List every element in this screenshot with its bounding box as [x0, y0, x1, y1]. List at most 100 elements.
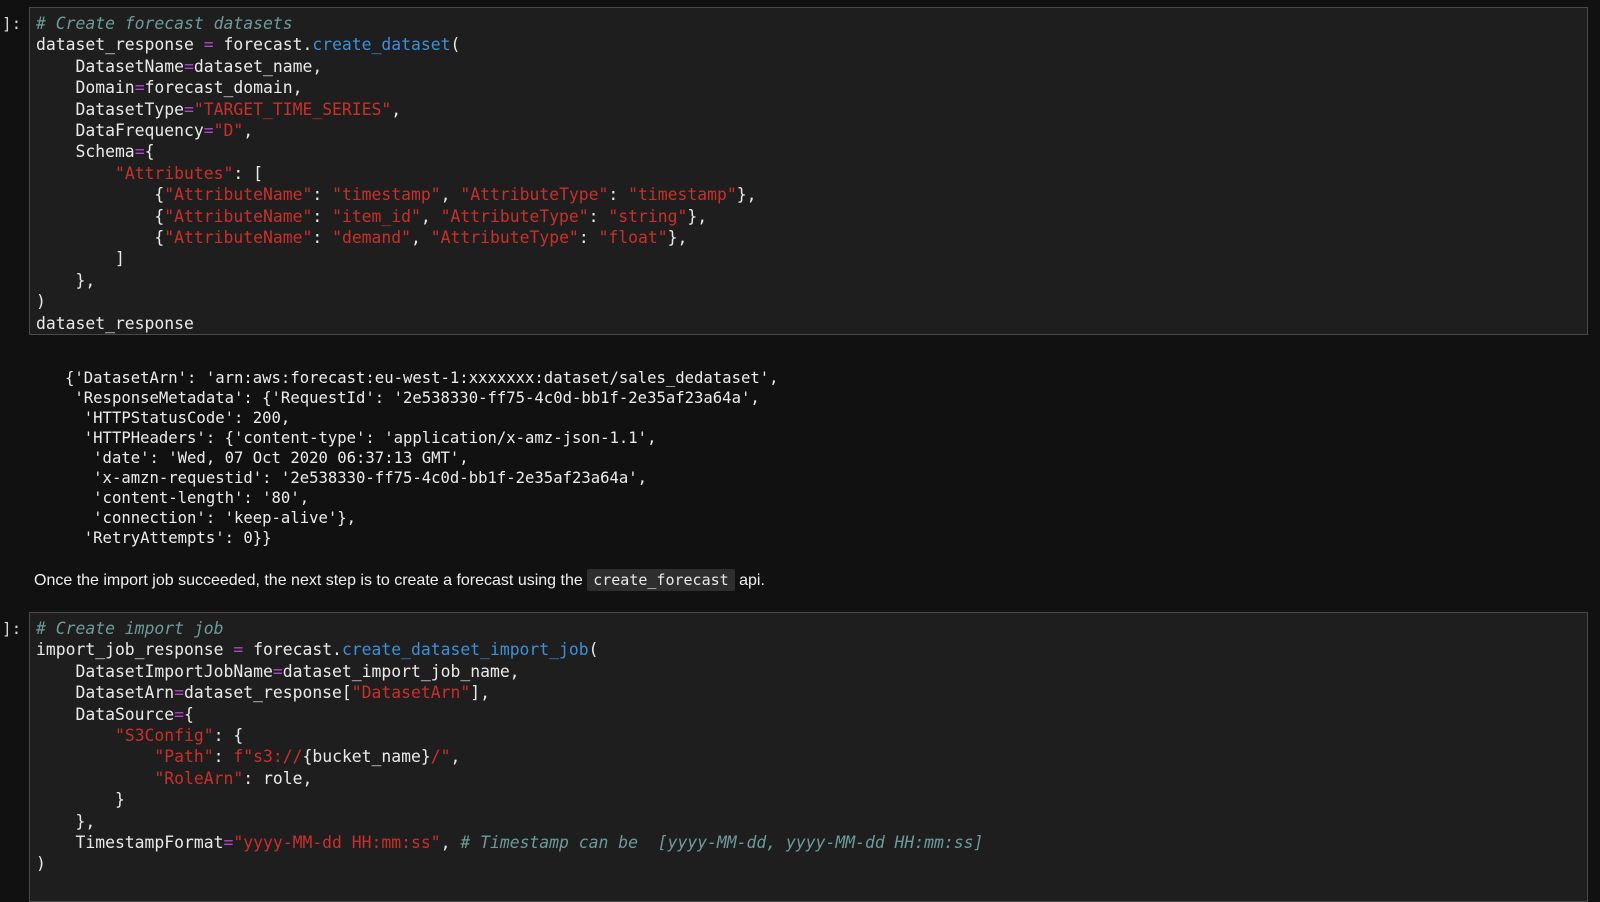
code-line: "Path": f"s3://{bucket_name}/",: [36, 747, 460, 766]
code-token: "S3Config": [114, 726, 214, 746]
code-token: },: [667, 228, 688, 248]
code-token: "AttributeType": [460, 185, 609, 205]
code-token: "Path": [154, 747, 214, 767]
code-token: "D": [213, 121, 244, 141]
output-line: 'date': 'Wed, 07 Oct 2020 06:37:13 GMT',: [65, 449, 469, 467]
code-token: /": [430, 747, 451, 767]
code-line: ]: [36, 249, 125, 268]
code-token: {: [36, 228, 165, 248]
code-token: ,: [450, 747, 461, 767]
code-token: "string": [608, 206, 688, 226]
code-token: create_dataset_import_job: [341, 640, 589, 660]
code-token: DataSource: [36, 704, 175, 724]
code-token: : [: [233, 163, 263, 183]
code-token: },: [687, 206, 708, 226]
code-token: dataset_response: [36, 313, 194, 333]
code-token: : {: [213, 726, 244, 746]
output-text: {'DatasetArn': 'arn:aws:forecast:eu-west…: [29, 368, 1588, 548]
code-token: "demand": [332, 228, 412, 248]
inline-code: create_forecast: [587, 569, 735, 591]
code-token: DatasetArn: [36, 683, 175, 703]
code-token: :: [213, 747, 234, 767]
code-token: {: [36, 185, 165, 205]
code-token: :: [312, 185, 333, 205]
code-line: Domain=forecast_domain,: [36, 78, 302, 97]
code-editor[interactable]: # Create import job import_job_response …: [30, 613, 1587, 875]
code-token: "TARGET_TIME_SERIES": [193, 99, 392, 119]
code-token: create_dataset: [312, 35, 451, 55]
code-token: # Create import job: [36, 619, 224, 638]
code-token: =: [184, 99, 194, 119]
code-line: "Attributes": [: [36, 164, 263, 183]
code-token: "timestamp": [628, 185, 737, 205]
code-token: DatasetImportJobName: [36, 661, 273, 681]
code-token: =: [174, 704, 185, 724]
code-token: :: [312, 206, 333, 226]
cell-1-prompt: ]:: [2, 14, 22, 33]
code-token: {: [144, 142, 155, 162]
code-token: {: [184, 704, 194, 724]
code-token: Domain: [36, 78, 135, 98]
code-line: dataset_response = forecast.create_datas…: [36, 35, 460, 54]
code-token: Schema: [36, 142, 135, 162]
output-line: 'connection': 'keep-alive'},: [65, 509, 357, 527]
code-token: ],: [470, 683, 490, 703]
code-line: DatasetImportJobName=dataset_import_job_…: [36, 661, 520, 681]
code-token: "timestamp": [332, 185, 441, 205]
code-token: "AttributeType": [430, 228, 579, 248]
code-token: dataset_name,: [193, 56, 323, 76]
code-token: "AttributeType": [440, 206, 589, 226]
code-token: {: [36, 206, 165, 226]
code-token: :: [312, 228, 333, 248]
code-token: ): [36, 854, 46, 874]
code-editor[interactable]: # Create forecast datasets dataset_respo…: [30, 8, 1587, 334]
code-token: ,: [420, 206, 441, 226]
code-line: ): [36, 854, 46, 873]
output-line: 'content-length': '80',: [65, 489, 310, 507]
code-token: ,: [243, 121, 254, 141]
code-token: DataFrequency: [36, 121, 204, 141]
cell-2-prompt: ]:: [2, 619, 22, 638]
output-line: 'ResponseMetadata': {'RequestId': '2e538…: [65, 389, 760, 407]
code-line: TimestampFormat="yyyy-MM-dd HH:mm:ss", #…: [36, 833, 983, 852]
code-token: },: [736, 185, 757, 205]
code-token: (: [588, 640, 599, 660]
code-line: },: [36, 812, 95, 831]
code-token: "AttributeName": [164, 185, 313, 205]
code-token: DatasetType: [36, 99, 185, 119]
code-token: # Timestamp can be [yyyy-MM-dd, yyyy-MM-…: [460, 833, 984, 853]
code-line: Schema={: [36, 142, 154, 161]
output-line: 'x-amzn-requestid': '2e538330-ff75-4c0d-…: [65, 469, 648, 487]
code-token: forecast.: [213, 35, 313, 55]
code-line: DataFrequency="D",: [36, 121, 253, 140]
code-token: =: [184, 56, 194, 76]
code-token: dataset_response: [36, 35, 204, 55]
cell-output: {'DatasetArn': 'arn:aws:forecast:eu-west…: [29, 368, 1588, 548]
code-token: dataset_response[: [184, 683, 352, 703]
code-line: # Create import job: [36, 619, 224, 638]
code-token: dataset_import_job_name,: [282, 661, 520, 681]
code-line: DatasetArn=dataset_response["DatasetArn"…: [36, 683, 490, 702]
code-token: ]: [36, 249, 125, 269]
code-token: : role,: [243, 768, 313, 788]
code-token: =: [203, 121, 214, 141]
code-token: =: [174, 683, 185, 703]
code-token: "DatasetArn": [351, 683, 471, 703]
code-cell-import-job[interactable]: # Create import job import_job_response …: [29, 612, 1588, 902]
markdown-text-after: api.: [734, 572, 765, 589]
code-token: "yyyy-MM-dd HH:mm:ss": [233, 833, 441, 853]
output-line: 'HTTPHeaders': {'content-type': 'applica…: [65, 429, 657, 447]
code-line: import_job_response = forecast.create_da…: [36, 640, 599, 659]
code-token: ,: [440, 833, 461, 853]
code-line: "S3Config": {: [36, 726, 243, 745]
code-token: ,: [391, 99, 402, 119]
code-token: "AttributeName": [164, 228, 313, 248]
code-token: forecast_domain,: [144, 78, 303, 98]
code-cell-create-dataset[interactable]: # Create forecast datasets dataset_respo…: [29, 7, 1588, 335]
code-line: DatasetType="TARGET_TIME_SERIES",: [36, 100, 401, 119]
code-token: import_job_response: [36, 640, 234, 660]
